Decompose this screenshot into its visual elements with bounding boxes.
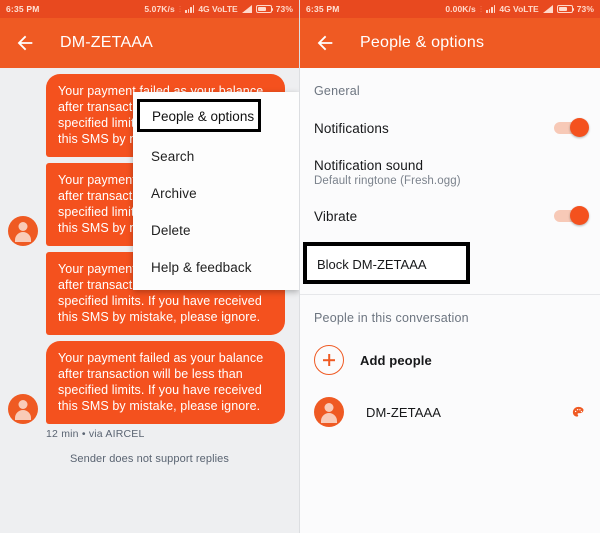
- battery-percent: 73%: [576, 4, 594, 14]
- network-speed: 5.07K/s: [144, 4, 175, 14]
- thread-note: Sender does not support replies: [69, 453, 230, 465]
- participant-label: DM-ZETAAA: [366, 404, 442, 420]
- right-status-bar: 6:35 PM 0.00K/s ⫶ 4G VoLTE 73%: [300, 0, 600, 18]
- row-texts: Notifications: [314, 121, 554, 136]
- message-bubble[interactable]: Your payment failed as your balance afte…: [46, 341, 285, 424]
- battery-icon: [556, 5, 575, 13]
- highlight-box-people-and-options: People & options: [137, 99, 261, 132]
- add-people-row[interactable]: Add people: [300, 337, 600, 383]
- toggle-notifications[interactable]: [554, 118, 589, 137]
- row-texts: Notification sound Default ringtone (Fre…: [314, 158, 586, 187]
- avatar: [314, 397, 344, 427]
- row-texts: Vibrate: [314, 209, 554, 224]
- settings-list: General Notifications Notification sound…: [300, 68, 600, 533]
- status-time: 6:35 PM: [306, 4, 340, 14]
- avatar: [8, 216, 38, 246]
- status-separator-icon: ⫶: [479, 3, 482, 14]
- right-phone-screen: 6:35 PM 0.00K/s ⫶ 4G VoLTE 73% People & …: [299, 0, 600, 533]
- settings-title: People & options: [360, 34, 485, 51]
- status-indicators: 0.00K/s ⫶ 4G VoLTE 73%: [445, 4, 594, 15]
- signal-triangle-icon: [241, 5, 252, 13]
- plus-icon: [314, 345, 344, 375]
- participant-row[interactable]: DM-ZETAAA: [300, 389, 600, 435]
- right-toolbar: People & options: [300, 18, 600, 68]
- message-thread[interactable]: Your payment failed as your balance afte…: [0, 74, 299, 533]
- network-type: 4G VoLTE: [198, 4, 238, 14]
- signal-bars-icon: [184, 5, 195, 13]
- toggle-vibrate[interactable]: [554, 206, 589, 225]
- setting-label-vibrate: Vibrate: [314, 208, 358, 224]
- overflow-menu[interactable]: People & options Search Archive Delete H…: [133, 92, 299, 290]
- section-header-general: General: [314, 84, 360, 98]
- left-status-bar: 6:35 PM 5.07K/s ⫶ 4G VoLTE 73%: [0, 0, 299, 18]
- palette-icon[interactable]: [571, 405, 586, 419]
- add-people-label: Add people: [360, 352, 432, 368]
- back-arrow-icon[interactable]: [314, 32, 336, 54]
- setting-value-notification-sound: Default ringtone (Fresh.ogg): [314, 174, 461, 187]
- highlight-box-block: Block DM-ZETAAA: [303, 242, 470, 284]
- conversation-title: DM-ZETAAA: [60, 34, 154, 51]
- network-type: 4G VoLTE: [499, 4, 539, 14]
- block-label: Block DM-ZETAAA: [317, 257, 427, 272]
- menu-item-search[interactable]: Search: [133, 138, 299, 175]
- network-speed: 0.00K/s: [445, 4, 476, 14]
- left-phone-screen: 6:35 PM 5.07K/s ⫶ 4G VoLTE 73% DM-ZETAAA…: [0, 0, 299, 533]
- menu-item-archive[interactable]: Archive: [133, 175, 299, 212]
- setting-label-notifications: Notifications: [314, 120, 389, 136]
- signal-triangle-icon: [542, 5, 553, 13]
- setting-row-block[interactable]: Block DM-ZETAAA: [300, 238, 600, 290]
- highlight-box-label: People & options: [152, 109, 255, 124]
- setting-row-vibrate[interactable]: Vibrate: [300, 194, 600, 238]
- setting-row-notification-sound[interactable]: Notification sound Default ringtone (Fre…: [300, 150, 600, 194]
- signal-bars-icon: [485, 5, 496, 13]
- status-indicators: 5.07K/s ⫶ 4G VoLTE 73%: [144, 4, 293, 15]
- status-time: 6:35 PM: [6, 4, 40, 14]
- menu-item-delete[interactable]: Delete: [133, 212, 299, 249]
- battery-percent: 73%: [275, 4, 293, 14]
- message-row: Your payment failed as your balance afte…: [0, 341, 299, 424]
- status-separator-icon: ⫶: [178, 3, 181, 14]
- battery-icon: [255, 5, 274, 13]
- setting-row-notifications[interactable]: Notifications: [300, 106, 600, 150]
- section-header-people: People in this conversation: [314, 311, 469, 325]
- avatar: [8, 394, 38, 424]
- back-arrow-icon[interactable]: [14, 32, 36, 54]
- message-timestamp: 12 min • via AIRCEL: [46, 428, 145, 440]
- screenshot-root: 6:35 PM 5.07K/s ⫶ 4G VoLTE 73% DM-ZETAAA…: [0, 0, 600, 533]
- setting-label-notification-sound: Notification sound: [314, 157, 424, 173]
- menu-item-help-and-feedback[interactable]: Help & feedback: [133, 249, 299, 286]
- left-toolbar: DM-ZETAAA: [0, 18, 299, 68]
